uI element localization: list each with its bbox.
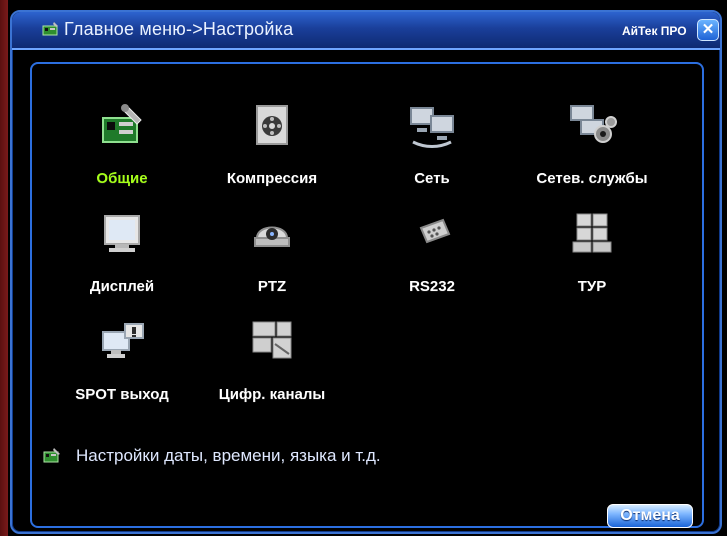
display-icon <box>104 215 140 252</box>
network-services-icon <box>570 105 617 143</box>
left-edge-strip <box>0 0 8 536</box>
tile-spot-output-label: SPOT выход <box>75 386 169 403</box>
tile-digital-channels-label: Цифр. каналы <box>218 386 326 403</box>
settings-window: Главное меню->Настройка АйТек ПРО ✕ Общи… <box>10 10 722 534</box>
tile-compression-label: Компрессия <box>226 170 318 187</box>
brand-label: АйТек ПРО <box>622 24 687 38</box>
cancel-button[interactable]: Отмена <box>607 504 693 528</box>
menu-panel: Общие Компрессия Сеть Сетев. службы Дисп… <box>30 62 704 528</box>
tile-rs232-label: RS232 <box>409 278 455 295</box>
tile-network-services-label: Сетев. службы <box>536 170 648 187</box>
tour-grid-icon <box>572 213 612 253</box>
tile-network-services[interactable]: Сетев. службы <box>522 100 662 210</box>
tile-ptz-label: PTZ <box>257 278 287 295</box>
tile-general[interactable]: Общие <box>52 100 192 210</box>
tile-spot-output[interactable]: SPOT выход <box>52 316 192 426</box>
general-card-icon <box>42 22 58 36</box>
tile-tour-label: ТУР <box>577 278 607 295</box>
window-title: Главное меню->Настройка <box>64 19 294 39</box>
tile-network[interactable]: Сеть <box>362 100 502 210</box>
general-card-icon <box>102 104 142 143</box>
spot-output-icon <box>102 323 144 358</box>
title-bar: Главное меню->Настройка АйТек ПРО ✕ <box>12 12 720 50</box>
digital-channels-icon <box>252 321 292 359</box>
tile-tour[interactable]: ТУР <box>522 208 662 318</box>
tile-display[interactable]: Дисплей <box>52 208 192 318</box>
screen: Главное меню->Настройка АйТек ПРО ✕ Общи… <box>0 0 727 536</box>
tile-compression[interactable]: Компрессия <box>202 100 342 210</box>
tile-network-label: Сеть <box>414 170 450 187</box>
tile-ptz[interactable]: PTZ <box>202 208 342 318</box>
tile-rs232[interactable]: RS232 <box>362 208 502 318</box>
tile-digital-channels[interactable]: Цифр. каналы <box>202 316 342 426</box>
rs232-connector-icon <box>419 218 451 244</box>
close-icon: ✕ <box>701 21 715 38</box>
hint-text: Настройки даты, времени, языка и т.д. <box>76 446 381 465</box>
close-button[interactable]: ✕ <box>697 19 719 41</box>
general-card-icon <box>43 448 60 463</box>
tile-general-label: Общие <box>96 170 148 187</box>
ptz-camera-icon <box>254 226 290 247</box>
compression-icon <box>256 105 288 145</box>
tile-display-label: Дисплей <box>89 278 155 295</box>
network-icon <box>410 107 454 148</box>
